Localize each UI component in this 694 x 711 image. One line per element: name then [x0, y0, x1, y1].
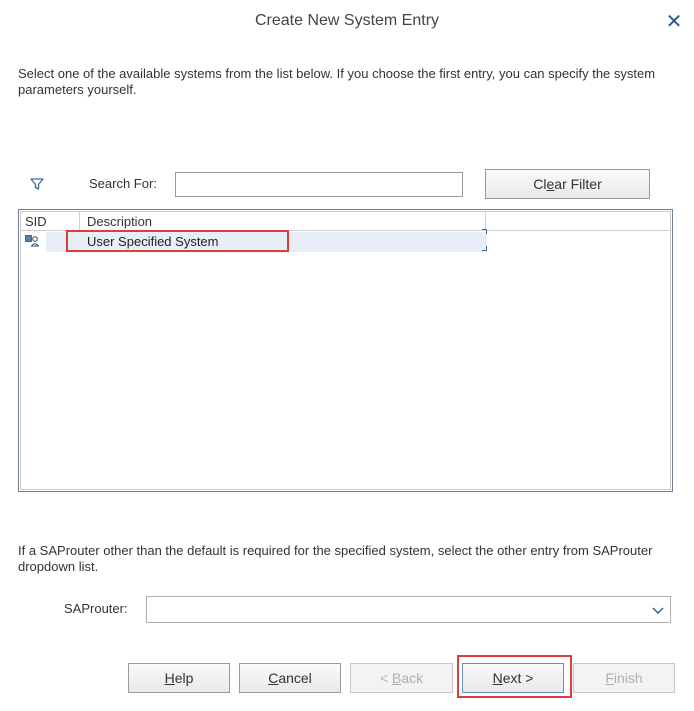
help-button[interactable]: Help	[128, 663, 230, 693]
row-highlight-box	[66, 230, 289, 252]
column-header-description[interactable]: Description	[80, 212, 486, 231]
filter-icon[interactable]	[29, 176, 45, 192]
saprouter-dropdown[interactable]	[146, 596, 671, 623]
help-label: Help	[164, 670, 194, 686]
intro-text: Select one of the available systems from…	[18, 66, 656, 97]
dialog-title-bar: Create New System Entry ✕	[0, 0, 694, 44]
dialog-title: Create New System Entry	[254, 12, 440, 29]
system-user-icon	[25, 235, 39, 247]
system-list-inner: SID Description User Specified System	[20, 211, 671, 490]
close-icon[interactable]: ✕	[662, 11, 686, 33]
saprouter-label: SAProuter:	[64, 601, 128, 616]
search-label: Search For:	[89, 176, 157, 191]
clear-filter-label: Clear Filter	[533, 176, 602, 192]
saprouter-info-text: If a SAProuter other than the default is…	[18, 543, 653, 574]
cancel-label: Cancel	[268, 670, 312, 686]
finish-label: Finish	[605, 670, 643, 686]
cancel-button[interactable]: Cancel	[239, 663, 341, 693]
focus-corner	[482, 246, 487, 251]
finish-button[interactable]: Finish	[573, 663, 675, 693]
focus-corner	[482, 229, 487, 234]
column-header-sid[interactable]: SID	[21, 212, 80, 231]
next-highlight-box	[457, 655, 572, 698]
back-button[interactable]: < Back	[350, 663, 453, 693]
clear-filter-button[interactable]: Clear Filter	[485, 169, 650, 199]
list-header: SID Description	[21, 212, 670, 231]
back-label: < Back	[379, 670, 424, 686]
chevron-down-icon	[652, 607, 664, 614]
search-input[interactable]	[175, 172, 463, 197]
